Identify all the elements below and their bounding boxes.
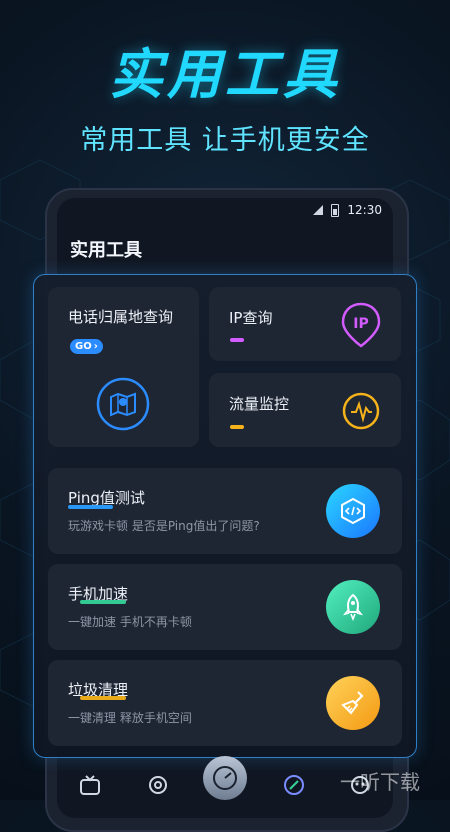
hero-title: 实用工具: [109, 43, 341, 106]
ip-query-accent-bar: [230, 338, 244, 342]
rocket-icon: [326, 580, 380, 634]
battery-icon: [331, 203, 340, 217]
broom-icon: [326, 676, 380, 730]
ip-pin-icon: IP: [341, 302, 381, 348]
traffic-monitor-label: 流量监控: [229, 395, 290, 413]
ip-query-label: IP查询: [229, 309, 273, 327]
map-pin-icon: [96, 377, 150, 431]
phone-boost-underline: [80, 600, 126, 604]
ping-test-underline: [68, 505, 113, 509]
status-time: 12:30: [347, 203, 382, 217]
app-title: 实用工具: [70, 240, 142, 261]
go-badge[interactable]: GO ›: [70, 339, 103, 354]
code-cube-icon: [326, 484, 380, 538]
watermark: 一听下载: [340, 770, 420, 794]
hero-subtitle: 常用工具 让手机更安全: [80, 125, 370, 156]
target-icon[interactable]: [147, 774, 169, 796]
signal-icon: [313, 205, 324, 215]
ip-pin-text: IP: [353, 316, 368, 332]
go-badge-label: GO: [75, 341, 92, 352]
tools-icon[interactable]: [283, 774, 305, 796]
pulse-icon: [342, 392, 380, 430]
phone-location-label: 电话归属地查询: [68, 308, 174, 326]
chevron-right-icon: ›: [93, 341, 98, 352]
junk-clean-desc: 一键清理 释放手机空间: [68, 711, 192, 725]
phone-boost-desc: 一键加速 手机不再卡顿: [68, 615, 192, 629]
tv-icon[interactable]: [79, 774, 101, 796]
status-bar: 12:30: [313, 203, 382, 217]
speedometer-icon[interactable]: [203, 756, 247, 800]
ping-test-desc: 玩游戏卡顿 是否是Ping值出了问题?: [68, 519, 260, 533]
traffic-monitor-accent-bar: [230, 425, 244, 429]
junk-clean-underline: [80, 696, 126, 700]
